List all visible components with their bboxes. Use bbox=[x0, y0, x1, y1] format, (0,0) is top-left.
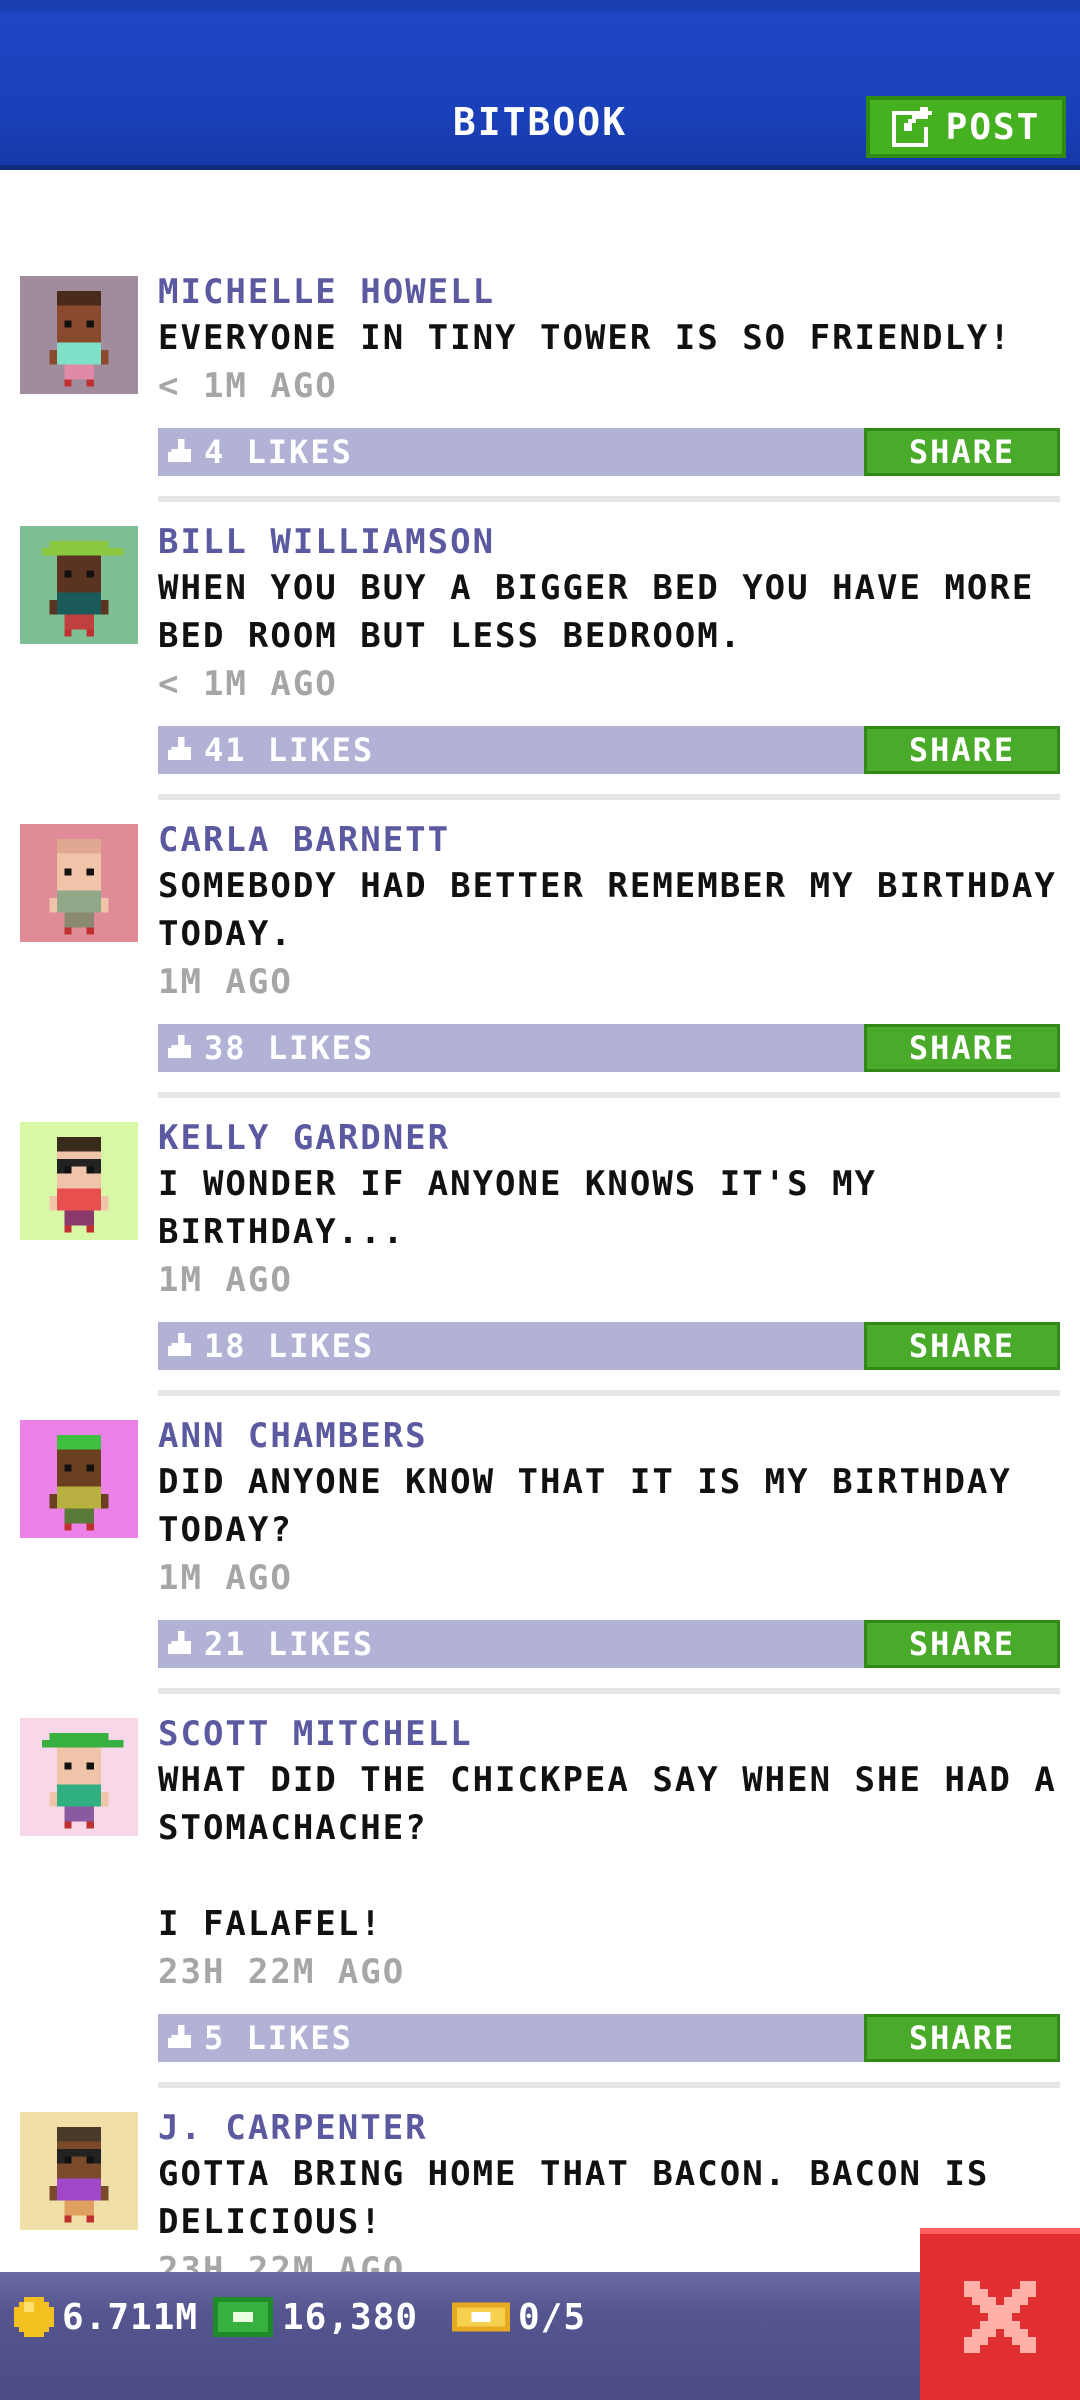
thumbs-up-icon bbox=[168, 1631, 191, 1654]
avatar[interactable] bbox=[20, 276, 138, 394]
likes-bar: 38 LIKES SHARE bbox=[158, 1024, 1060, 1072]
divider bbox=[158, 1688, 1060, 1694]
post-author[interactable]: MICHELLE HOWELL bbox=[158, 270, 1060, 314]
post-author[interactable]: BILL WILLIAMSON bbox=[158, 520, 1060, 564]
post-time: 1M AGO bbox=[158, 1558, 293, 1598]
share-button[interactable]: SHARE bbox=[864, 2014, 1060, 2062]
like-button[interactable]: 5 LIKES bbox=[168, 2014, 353, 2062]
share-button[interactable]: SHARE bbox=[864, 726, 1060, 774]
feed-post: MICHELLE HOWELL EVERYONE IN TINY TOWER I… bbox=[0, 270, 1080, 502]
coins-stat: 6.711M bbox=[14, 2292, 198, 2342]
divider bbox=[158, 794, 1060, 800]
feed-post: SCOTT MITCHELL WHAT DID THE CHICKPEA SAY… bbox=[0, 1712, 1080, 2088]
edit-icon bbox=[891, 107, 932, 147]
post-time: < 1M AGO bbox=[158, 664, 338, 704]
likes-count: 21 LIKES bbox=[204, 1625, 375, 1663]
thumbs-up-icon bbox=[168, 1035, 191, 1058]
thumbs-up-icon bbox=[168, 1333, 191, 1356]
feed-post: CARLA BARNETT SOMEBODY HAD BETTER REMEMB… bbox=[0, 818, 1080, 1098]
feed-post: KELLY GARDNER I WONDER IF ANYONE KNOWS I… bbox=[0, 1116, 1080, 1396]
post-button[interactable]: POST bbox=[866, 96, 1066, 158]
close-button[interactable] bbox=[920, 2228, 1080, 2400]
likes-bar: 5 LIKES SHARE bbox=[158, 2014, 1060, 2062]
share-button[interactable]: SHARE bbox=[864, 428, 1060, 476]
post-author[interactable]: ANN CHAMBERS bbox=[158, 1414, 1060, 1458]
post-text: WHEN YOU BUY A BIGGER BED YOU HAVE MORE … bbox=[158, 568, 1057, 656]
divider bbox=[158, 496, 1060, 502]
feed-list: MICHELLE HOWELL EVERYONE IN TINY TOWER I… bbox=[0, 270, 1080, 2294]
post-text: I WONDER IF ANYONE KNOWS IT'S MY BIRTHDA… bbox=[158, 1164, 900, 1252]
post-button-label: POST bbox=[945, 106, 1041, 148]
likes-bar: 18 LIKES SHARE bbox=[158, 1322, 1060, 1370]
divider bbox=[158, 1390, 1060, 1396]
post-time: 1M AGO bbox=[158, 962, 293, 1002]
like-button[interactable]: 18 LIKES bbox=[168, 1322, 374, 1370]
share-button[interactable]: SHARE bbox=[864, 1620, 1060, 1668]
like-button[interactable]: 4 LIKES bbox=[168, 428, 353, 476]
bux-stat: 16,380 bbox=[212, 2292, 418, 2342]
like-button[interactable]: 41 LIKES bbox=[168, 726, 374, 774]
feed-post: BILL WILLIAMSON WHEN YOU BUY A BIGGER BE… bbox=[0, 520, 1080, 800]
likes-count: 18 LIKES bbox=[204, 1327, 375, 1365]
thumbs-up-icon bbox=[168, 737, 191, 760]
likes-count: 38 LIKES bbox=[204, 1029, 375, 1067]
like-button[interactable]: 21 LIKES bbox=[168, 1620, 374, 1668]
avatar[interactable] bbox=[20, 2112, 138, 2230]
bux-icon bbox=[213, 2297, 273, 2337]
post-time: 23H 22M AGO bbox=[158, 1952, 406, 1992]
post-text: DID ANYONE KNOW THAT IT IS MY BIRTHDAY T… bbox=[158, 1462, 1035, 1550]
avatar[interactable] bbox=[20, 1718, 138, 1836]
avatar[interactable] bbox=[20, 526, 138, 644]
post-author[interactable]: J. CARPENTER bbox=[158, 2106, 1060, 2150]
share-button[interactable]: SHARE bbox=[864, 1322, 1060, 1370]
share-button[interactable]: SHARE bbox=[864, 1024, 1060, 1072]
ticket-icon bbox=[452, 2302, 510, 2332]
post-time: 1M AGO bbox=[158, 1260, 293, 1300]
close-icon bbox=[964, 2281, 1036, 2353]
post-time: < 1M AGO bbox=[158, 366, 338, 406]
post-text: EVERYONE IN TINY TOWER IS SO FRIENDLY! bbox=[158, 318, 1012, 358]
likes-count: 5 LIKES bbox=[204, 2019, 353, 2057]
tickets-stat: 0/5 bbox=[452, 2292, 586, 2342]
post-author[interactable]: SCOTT MITCHELL bbox=[158, 1712, 1060, 1756]
post-text: WHAT DID THE CHICKPEA SAY WHEN SHE HAD A… bbox=[158, 1760, 1057, 1944]
avatar[interactable] bbox=[20, 824, 138, 942]
bux-value: 16,380 bbox=[282, 2296, 419, 2338]
likes-bar: 4 LIKES SHARE bbox=[158, 428, 1060, 476]
likes-bar: 41 LIKES SHARE bbox=[158, 726, 1060, 774]
post-author[interactable]: KELLY GARDNER bbox=[158, 1116, 1060, 1160]
thumbs-up-icon bbox=[168, 2025, 191, 2048]
coin-icon bbox=[14, 2297, 54, 2337]
divider bbox=[158, 1092, 1060, 1098]
avatar[interactable] bbox=[20, 1420, 138, 1538]
likes-count: 41 LIKES bbox=[204, 731, 375, 769]
like-button[interactable]: 38 LIKES bbox=[168, 1024, 374, 1072]
divider bbox=[158, 2082, 1060, 2088]
app-header: BITBOOK POST bbox=[0, 0, 1080, 170]
coins-value: 6.711M bbox=[62, 2296, 199, 2338]
feed-post: ANN CHAMBERS DID ANYONE KNOW THAT IT IS … bbox=[0, 1414, 1080, 1694]
feed-post: J. CARPENTER GOTTA BRING HOME THAT BACON… bbox=[0, 2106, 1080, 2294]
likes-count: 4 LIKES bbox=[204, 433, 353, 471]
tickets-value: 0/5 bbox=[518, 2296, 587, 2338]
likes-bar: 21 LIKES SHARE bbox=[158, 1620, 1060, 1668]
post-text: SOMEBODY HAD BETTER REMEMBER MY BIRTHDAY… bbox=[158, 866, 1080, 954]
post-author[interactable]: CARLA BARNETT bbox=[158, 818, 1060, 862]
thumbs-up-icon bbox=[168, 439, 191, 462]
avatar[interactable] bbox=[20, 1122, 138, 1240]
status-bar: 6.711M 16,380 0/5 bbox=[0, 2272, 1080, 2400]
